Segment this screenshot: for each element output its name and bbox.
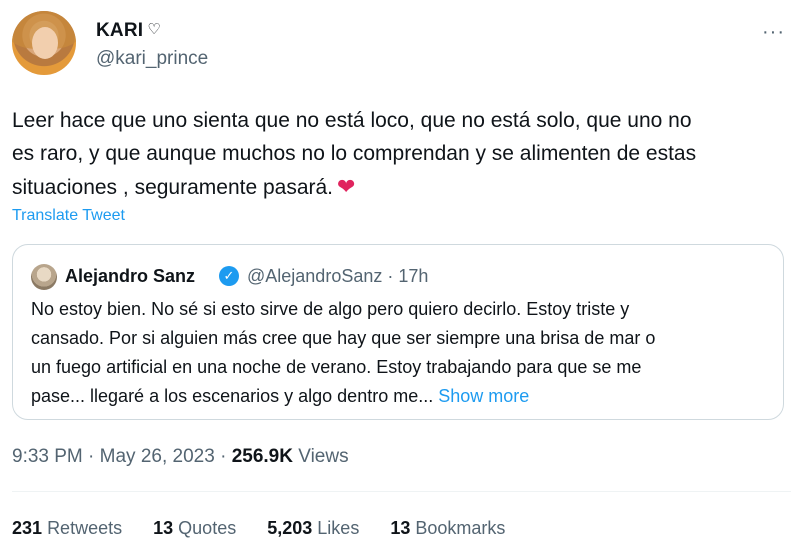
quoted-line: pase... llegaré a los escenarios y algo … xyxy=(31,386,530,406)
quoted-tweet-card[interactable]: Alejandro Sanz ✓ @AlejandroSanz · 17h No… xyxy=(12,244,784,420)
tweet-line: situaciones , seguramente pasará. ❤ xyxy=(12,174,356,199)
tweet-line: es raro, y que aunque muchos no lo compr… xyxy=(12,142,697,165)
quoted-author-name[interactable]: Alejandro Sanz xyxy=(65,266,195,287)
author-avatar[interactable] xyxy=(12,11,76,75)
red-heart-emoji-icon: ❤ xyxy=(337,174,356,199)
quoted-line: un fuego artificial en una noche de vera… xyxy=(31,357,642,377)
heart-outline-icon: ♡ xyxy=(147,21,161,38)
tweet-time[interactable]: 9:33 PM xyxy=(12,446,83,467)
tweet-text: Leer hace que uno sienta que no está loc… xyxy=(12,104,792,204)
avatar-face xyxy=(32,27,58,59)
quoted-line: cansado. Por si alguien más cree que hay… xyxy=(31,328,656,348)
likes-stat[interactable]: 5,203 Likes xyxy=(267,518,359,538)
quoted-tweet-meta: @AlejandroSanz · 17h xyxy=(247,266,428,287)
quoted-tweet-text: No estoy bien. No sé si esto sirve de al… xyxy=(31,295,771,411)
quoted-author-avatar[interactable] xyxy=(31,264,57,290)
quoted-line: No estoy bien. No sé si esto sirve de al… xyxy=(31,299,630,319)
divider xyxy=(12,491,791,492)
author-name-text: KARI xyxy=(96,20,144,41)
show-more-link[interactable]: Show more xyxy=(438,386,529,406)
meta-separator: · xyxy=(387,266,394,286)
meta-separator: · xyxy=(220,446,227,467)
verified-badge-icon: ✓ xyxy=(219,266,239,286)
translate-tweet-link[interactable]: Translate Tweet xyxy=(12,207,125,225)
views-count: 256.9K xyxy=(231,446,293,467)
quoted-author-handle[interactable]: @AlejandroSanz xyxy=(247,266,382,286)
engagement-stats: 231 Retweets 13 Quotes 5,203 Likes 13 Bo… xyxy=(12,518,531,539)
author-handle[interactable]: @kari_prince xyxy=(96,48,208,70)
quotes-stat[interactable]: 13 Quotes xyxy=(153,518,236,538)
more-options-icon[interactable]: ··· xyxy=(762,21,785,44)
retweets-stat[interactable]: 231 Retweets xyxy=(12,518,122,538)
tweet-timestamp: 9:33 PM · May 26, 2023 · 256.9K Views xyxy=(12,446,349,468)
bookmarks-stat[interactable]: 13 Bookmarks xyxy=(390,518,505,538)
tweet-line: Leer hace que uno sienta que no está loc… xyxy=(12,109,692,132)
quoted-tweet-age[interactable]: 17h xyxy=(398,266,428,286)
tweet-date[interactable]: May 26, 2023 xyxy=(100,446,215,467)
author-display-name[interactable]: KARI ♡ xyxy=(96,20,161,42)
views-label: Views xyxy=(298,446,349,467)
meta-separator: · xyxy=(88,446,95,467)
